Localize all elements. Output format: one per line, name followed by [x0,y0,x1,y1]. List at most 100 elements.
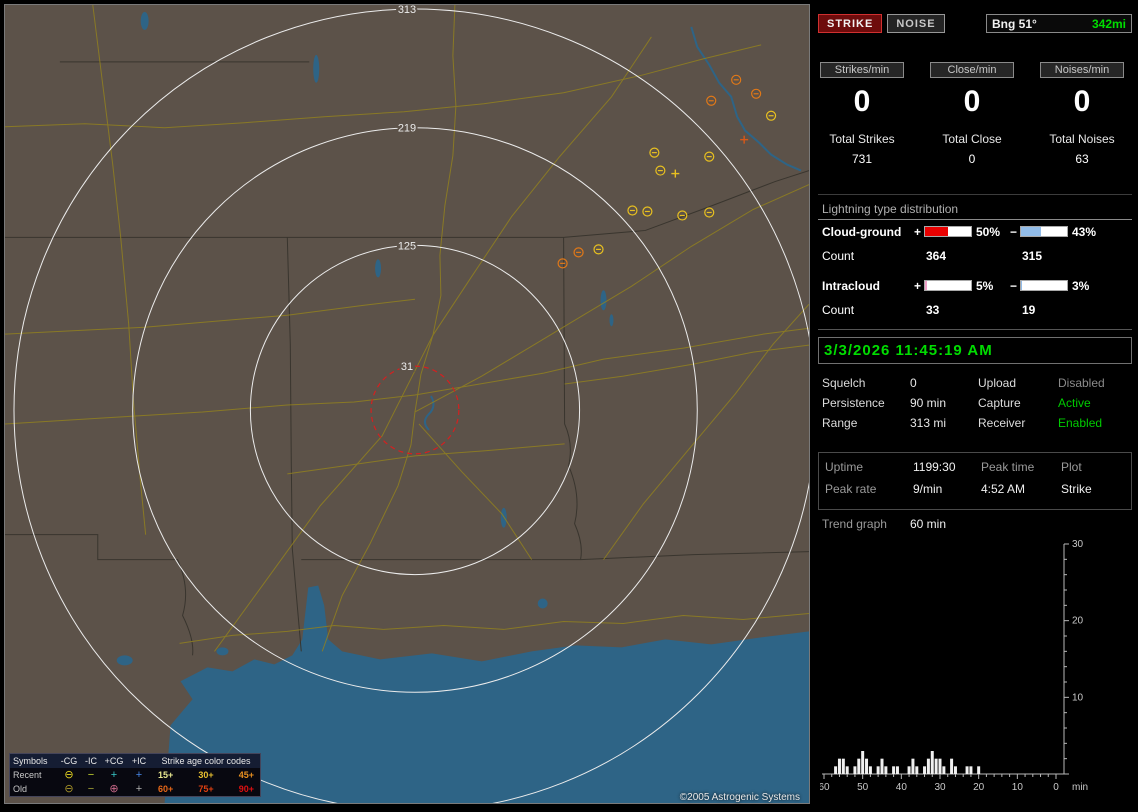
ic-positive-percent: 5% [976,279,994,293]
trend-graph-label: Trend graph [822,517,887,531]
setting-value-upload: Disabled [1058,376,1105,390]
total-strikes-value: 731 [851,152,873,166]
svg-text:40: 40 [896,782,908,793]
noises-per-min-label: Noises/min [1040,62,1124,78]
uptime-label: Uptime [825,460,864,474]
peak-time-label: Peak time [981,460,1035,474]
settings-row-3: Range 313 mi Receiver Enabled [816,416,1134,432]
intracloud-count-row: Count 33 19 [816,303,1134,317]
trend-graph-row: Trend graph 60 min [816,517,1134,533]
total-close-label: Total Close [942,132,1002,146]
app-window: 313 219 125 31 Symbols -CG -IC +CG +IC Stri… [0,0,1138,812]
distribution-row-cloud-ground: Cloud-ground + 50% − 43% [816,225,1134,239]
totals-row: Total Strikes 731 Total Close 0 Total No… [820,132,1124,166]
count-label: Count [822,303,855,317]
range-value: 342mi [1091,16,1126,31]
setting-label-squelch: Squelch [822,376,866,390]
ic-negative-bar [1020,280,1068,291]
cg-positive-bar-fill [925,227,948,236]
peak-time-value: 4:52 AM [981,482,1026,496]
minus-sign: − [1010,225,1018,239]
close-per-min-value: 0 [963,85,981,118]
ic-negative-bar-fill [1021,281,1023,290]
cg-positive-count: 364 [926,249,947,263]
setting-value-capture: Active [1058,396,1091,410]
total-close-value: 0 [968,152,976,166]
settings-row-1: Squelch 0 Upload Disabled [816,376,1134,392]
lightning-map[interactable]: 313 219 125 31 Symbols -CG -IC +CG +IC Stri… [4,4,810,804]
svg-text:313: 313 [398,5,416,16]
cg-positive-bar [924,226,972,237]
cg-negative-count: 315 [1022,249,1043,263]
svg-text:20: 20 [973,782,985,793]
indicator-bar: STRIKE NOISE Bng 51° 342mi [818,14,1132,33]
uptime-status-box: Uptime 1199:30 Peak time Plot Peak rate … [818,452,1132,510]
peak-rate-value: 9/min [913,482,943,496]
legend-age-code: 15+ [158,770,174,780]
svg-text:10: 10 [1072,692,1084,703]
setting-label-capture: Capture [978,396,1021,410]
legend-symbol-cell: ⊖ [64,769,74,781]
svg-text:10: 10 [1012,782,1024,793]
strike-indicator-button[interactable]: STRIKE [818,14,883,33]
svg-text:50: 50 [857,782,869,793]
noises-per-min-value: 0 [1073,85,1091,118]
bearing-value: Bng 51° [992,16,1037,31]
strikes-per-min-label: Strikes/min [820,62,904,78]
status-row-2: Peak rate 9/min 4:52 AM Strike [821,482,1129,498]
svg-text:20: 20 [1072,616,1084,627]
intracloud-label: Intracloud [822,279,881,293]
total-strikes-label: Total Strikes [829,132,895,146]
ic-negative-percent: 3% [1072,279,1090,293]
setting-value-persistence: 90 min [910,396,947,410]
svg-text:219: 219 [398,123,416,135]
plus-sign: + [914,279,922,293]
svg-text:60: 60 [820,782,830,793]
legend-symbol-cell: + [135,769,143,781]
total-noises-value: 63 [1075,152,1089,166]
legend-row-label: Recent [13,770,42,780]
setting-value-receiver: Enabled [1058,416,1103,430]
legend-type-neg-cg: -CG [60,756,78,766]
setting-value-range: 313 mi [910,416,947,430]
legend-age-code: 45+ [238,770,254,780]
rate-labels-row: Strikes/min Close/min Noises/min [820,62,1124,78]
cg-negative-bar-fill [1021,227,1041,236]
legend-symbols-header: Symbols [13,756,48,766]
svg-text:30: 30 [934,782,946,793]
cloud-ground-count-row: Count 364 315 [816,249,1134,263]
close-per-min-label: Close/min [930,62,1014,78]
map-canvas: 313 219 125 31 [5,5,809,803]
noise-indicator-button[interactable]: NOISE [887,14,945,33]
svg-text:30: 30 [1072,539,1084,550]
legend-age-code: 30+ [198,770,214,780]
legend-type-neg-ic: -IC [85,756,97,766]
uptime-value: 1199:30 [913,460,956,474]
setting-label-range: Range [822,416,858,430]
date-time-display: 3/3/2026 11:45:19 AM [818,337,1132,364]
legend-header-row: Symbols -CG -IC +CG +IC Strike age color… [10,754,260,768]
divider [818,194,1132,195]
divider [818,329,1132,330]
cloud-ground-label: Cloud-ground [822,225,902,239]
count-label: Count [822,249,855,263]
trend-graph-value: 60 min [910,517,947,531]
ic-positive-count: 33 [926,303,940,317]
minus-sign: − [1010,279,1018,293]
plot-label: Plot [1061,460,1082,474]
trend-graph-chart: 10 20 30 0 10 20 30 40 50 60 min [820,539,1088,793]
setting-value-squelch: 0 [910,376,917,390]
legend-type-pos-ic: +IC [131,756,147,766]
peak-rate-label: Peak rate [825,482,877,496]
distribution-title: Lightning type distribution [818,202,1132,220]
legend-age-codes: 15+ 30+ 45+ [152,770,260,780]
bearing-range-indicator: Bng 51° 342mi [986,14,1132,33]
cg-negative-percent: 43% [1072,225,1097,239]
legend-row-recent: Recent ⊖ − + + 15+ 30+ 45+ [10,768,260,782]
legend-age-header: Strike age color codes [161,756,251,766]
ic-positive-bar [924,280,972,291]
distribution-row-intracloud: Intracloud + 5% − 3% [816,279,1134,293]
setting-label-receiver: Receiver [978,416,1026,430]
plot-value: Strike [1061,482,1092,496]
svg-text:0: 0 [1053,782,1059,793]
